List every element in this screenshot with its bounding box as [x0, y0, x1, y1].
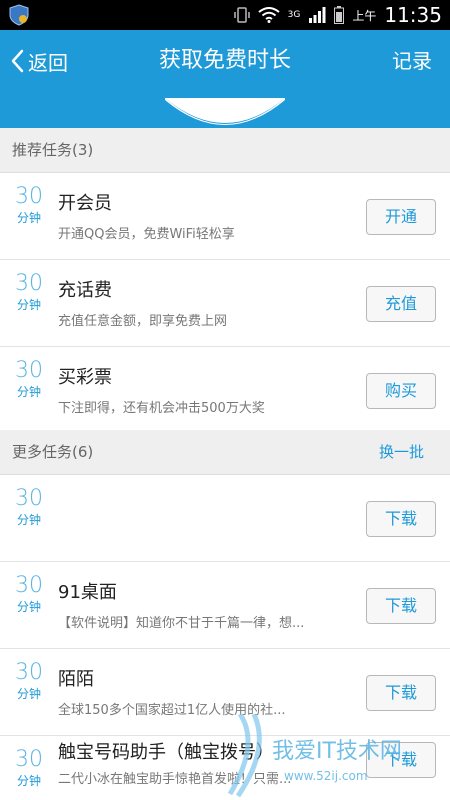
- open-membership-button[interactable]: 开通: [366, 199, 436, 235]
- minutes-reward: 30 分钟: [10, 574, 48, 616]
- minutes-value: 30: [15, 358, 43, 383]
- minutes-unit: 分钟: [16, 600, 41, 614]
- minutes-reward: 30 分钟: [10, 185, 48, 227]
- watermark-url: www.52ij.com: [284, 769, 368, 783]
- minutes-reward: 30 分钟: [10, 359, 48, 401]
- task-desc: 下注即得，还有机会冲击500万大奖: [58, 401, 265, 416]
- task-name: 陌陌: [58, 669, 94, 690]
- refresh-batch-button[interactable]: 换一批: [379, 430, 424, 474]
- vibrate-icon: [233, 7, 250, 23]
- section-label: 更多任务(6): [12, 443, 94, 461]
- minutes-unit: 分钟: [16, 298, 41, 312]
- minutes-unit: 分钟: [16, 385, 41, 399]
- minutes-reward: 30 分钟: [10, 748, 48, 790]
- status-bar: 3G 上午 11:35: [0, 0, 450, 30]
- download-button[interactable]: 下载: [366, 588, 436, 624]
- more-section-header: 更多任务(6) 换一批: [0, 430, 450, 475]
- minutes-value: 30: [15, 660, 43, 685]
- watermark-text: 我爱IT技术网: [272, 739, 402, 764]
- task-name: 买彩票: [58, 367, 112, 388]
- task-row: 30 分钟 充话费 充值任意金额，即享免费上网 充值: [0, 260, 450, 347]
- buy-button[interactable]: 购买: [366, 373, 436, 409]
- site-watermark: 我爱IT技术网 www.52ij.com: [227, 714, 402, 798]
- minutes-value: 30: [15, 184, 43, 209]
- task-row: 30 分钟 91桌面 【软件说明】知道你不甘于千篇一律，想... 下载: [0, 562, 450, 649]
- minutes-unit: 分钟: [16, 513, 41, 527]
- minutes-unit: 分钟: [16, 211, 41, 225]
- recommended-section-header: 推荐任务(3): [0, 128, 450, 173]
- am-pm-label: 上午: [352, 8, 377, 23]
- record-button[interactable]: 记录: [392, 46, 432, 76]
- task-name: 91桌面: [58, 582, 117, 603]
- shield-app-icon: [9, 4, 29, 26]
- battery-icon: [334, 6, 345, 24]
- task-row: 30 分钟 下载: [0, 475, 450, 562]
- progress-arc: [165, 98, 285, 125]
- signal-icon: [309, 7, 326, 23]
- minutes-unit: 分钟: [16, 774, 41, 788]
- minutes-value: 30: [15, 747, 43, 772]
- minutes-reward: 30 分钟: [10, 487, 48, 529]
- page-title: 获取免费时长: [158, 48, 291, 73]
- network-type: 3G: [287, 10, 301, 20]
- wifi-icon: [258, 7, 280, 23]
- minutes-value: 30: [15, 486, 43, 511]
- download-button[interactable]: 下载: [366, 501, 436, 537]
- minutes-unit: 分钟: [16, 687, 41, 701]
- task-name: 充话费: [58, 280, 112, 301]
- minutes-reward: 30 分钟: [10, 661, 48, 703]
- minutes-reward: 30 分钟: [10, 272, 48, 314]
- clock: 11:35: [384, 3, 442, 27]
- recharge-button[interactable]: 充值: [366, 286, 436, 322]
- download-button[interactable]: 下载: [366, 675, 436, 711]
- minutes-value: 30: [15, 271, 43, 296]
- task-row: 30 分钟 开会员 开通QQ会员，免费WiFi轻松享 开通: [0, 173, 450, 260]
- task-desc: 充值任意金额，即享免费上网: [58, 314, 228, 329]
- task-name: 开会员: [58, 193, 112, 214]
- section-label: 推荐任务(3): [12, 141, 94, 159]
- minutes-value: 30: [15, 573, 43, 598]
- task-desc: 开通QQ会员，免费WiFi轻松享: [58, 227, 235, 242]
- task-row: 30 分钟 买彩票 下注即得，还有机会冲击500万大奖 购买: [0, 347, 450, 434]
- task-desc: 【软件说明】知道你不甘于千篇一律，想...: [58, 616, 305, 631]
- header-bar: 返回 获取免费时长 记录: [0, 30, 450, 128]
